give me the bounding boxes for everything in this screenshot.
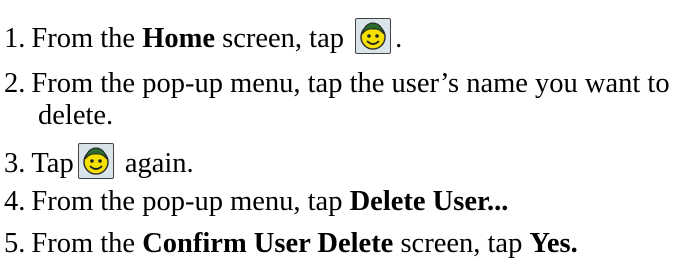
step-text: From the pop-up menu, tap the user’s nam… <box>31 68 670 99</box>
step-number: 4. <box>4 186 26 217</box>
step-1: 1. From the Home screen, tap . <box>4 18 402 55</box>
home-term: Home <box>142 23 216 54</box>
step-text: From the pop-up menu, tap <box>31 186 350 217</box>
step-text: screen, tap <box>215 23 352 54</box>
step-text-continued: delete. <box>38 100 114 131</box>
step-text: From the <box>31 228 143 259</box>
smiley-user-icon <box>355 18 392 54</box>
step-4: 4. From the pop-up menu, tap Delete User.… <box>4 186 508 218</box>
step-number: 2. <box>4 68 26 99</box>
confirm-user-delete-term: Confirm User Delete <box>142 228 394 259</box>
yes-term: Yes. <box>529 228 578 259</box>
smiley-user-icon <box>77 143 114 179</box>
step-2: 2. From the pop-up menu, tap the user’s n… <box>4 68 684 132</box>
step-5: 5. From the Confirm User Delete screen, t… <box>4 228 578 260</box>
step-3: 3. Tap again. <box>4 143 194 180</box>
step-number: 3. <box>4 148 26 179</box>
step-text: . <box>395 23 403 54</box>
delete-user-term: Delete User... <box>349 186 509 217</box>
step-number: 5. <box>4 228 26 259</box>
step-number: 1. <box>4 23 26 54</box>
step-text: From the <box>31 23 143 54</box>
step-text: Tap <box>31 148 74 179</box>
step-text: again. <box>117 148 194 179</box>
step-text: screen, tap <box>393 228 530 259</box>
instruction-list: 1. From the Home screen, tap . 2. From the… <box>0 0 694 268</box>
